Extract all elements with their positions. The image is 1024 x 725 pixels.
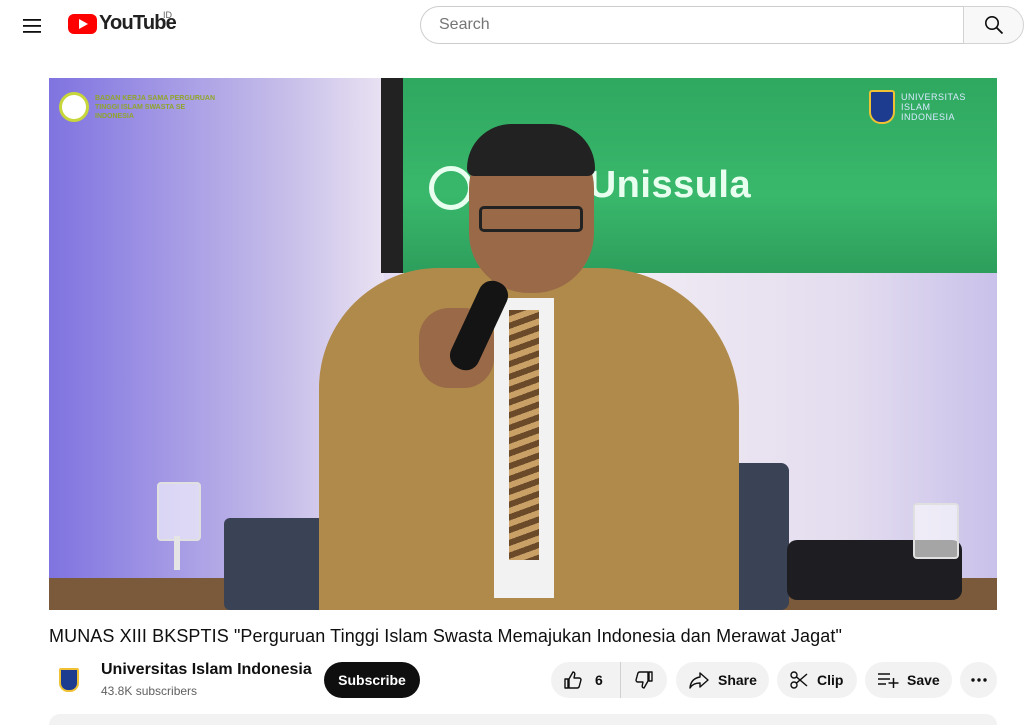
- uii-logo-text: UNIVERSITAS ISLAM INDONESIA: [901, 92, 966, 122]
- clip-button[interactable]: Clip: [777, 662, 857, 698]
- playlist-add-icon: [878, 673, 899, 688]
- description-box-edge[interactable]: [49, 714, 997, 725]
- save-button[interactable]: Save: [865, 662, 952, 698]
- channel-name[interactable]: Universitas Islam Indonesia: [101, 661, 312, 679]
- search-box[interactable]: [420, 6, 963, 44]
- thumbs-down-icon: [635, 671, 653, 689]
- clip-label: Clip: [817, 672, 844, 688]
- bksptis-emblem-icon: [59, 92, 89, 122]
- youtube-logo[interactable]: YouTube: [68, 12, 177, 35]
- bksptis-logo-text: BADAN KERJA SAMA PERGURUAN TINGGI ISLAM …: [95, 94, 216, 120]
- subscriber-count: 43.8K subscribers: [101, 684, 198, 698]
- water-glass-left: [157, 482, 201, 541]
- like-dislike-group: 6: [551, 662, 667, 698]
- twitter-logo-icon: [429, 166, 473, 210]
- country-code: ID: [163, 10, 172, 20]
- scissors-icon: [790, 671, 808, 689]
- save-label: Save: [907, 672, 940, 688]
- top-bar: YouTube ID: [0, 0, 1024, 52]
- share-label: Share: [718, 672, 757, 688]
- like-count: 6: [595, 672, 603, 688]
- share-button[interactable]: Share: [676, 662, 769, 698]
- channel-avatar[interactable]: [49, 660, 89, 700]
- more-dots-icon: [970, 678, 987, 682]
- video-player[interactable]: YourUnissula BADAN KERJA SAMA PERGURUAN …: [49, 78, 997, 610]
- subscribe-button[interactable]: Subscribe: [324, 662, 420, 698]
- guide-menu-button[interactable]: [14, 8, 50, 44]
- hamburger-icon: [23, 19, 41, 33]
- thumbs-up-icon: [564, 671, 582, 689]
- speaker-hair: [467, 124, 595, 176]
- like-button[interactable]: 6: [551, 662, 621, 698]
- search-button[interactable]: [963, 6, 1024, 44]
- speaker-glasses: [479, 206, 583, 232]
- water-glass-stem: [174, 536, 180, 570]
- speaker-tie: [509, 310, 539, 560]
- water-glass-right: [913, 503, 959, 559]
- youtube-play-icon: [68, 13, 97, 34]
- uii-emblem-icon: [59, 668, 79, 692]
- share-arrow-icon: [689, 672, 709, 689]
- search-input[interactable]: [437, 15, 963, 35]
- magnifier-icon: [984, 16, 1003, 35]
- bksptis-logo: BADAN KERJA SAMA PERGURUAN TINGGI ISLAM …: [59, 92, 225, 122]
- uii-logo: UNIVERSITAS ISLAM INDONESIA: [869, 90, 981, 124]
- more-actions-button[interactable]: [960, 662, 997, 698]
- dislike-button[interactable]: [621, 662, 667, 698]
- video-title: MUNAS XIII BKSPTIS "Perguruan Tinggi Isl…: [49, 626, 842, 646]
- uii-emblem-icon: [869, 90, 895, 124]
